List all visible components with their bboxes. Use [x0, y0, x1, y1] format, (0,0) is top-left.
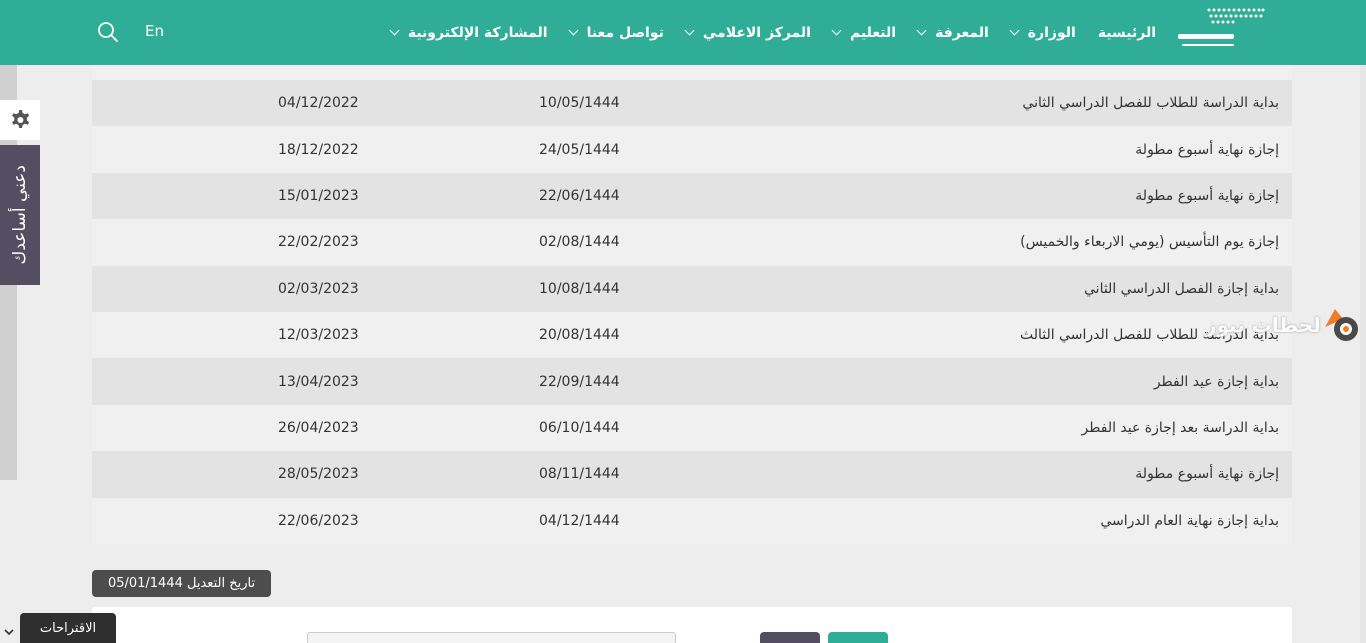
news-watermark: لحظات نيوز	[1205, 305, 1363, 347]
nav-item-label: المشاركة الإلكترونية	[407, 24, 548, 41]
page-scrollbar[interactable]	[1360, 65, 1366, 643]
table-row: بداية إجازة الفصل الدراسي الثاني 10/08/14…	[92, 265, 1292, 312]
feedback-button-primary[interactable]	[828, 632, 888, 643]
table-cell-hijri: 22/06/1444	[539, 187, 620, 204]
table-row: إجازة يوم التأسيس (يومي الاربعاء والخميس…	[92, 219, 1292, 266]
chevron-down-icon	[916, 25, 927, 36]
language-toggle[interactable]: En	[145, 22, 164, 40]
watermark-text: لحظات نيوز	[1205, 313, 1321, 337]
table-row: إجازة نهاية أسبوع مطولة 24/05/1444 18/12/2…	[92, 126, 1292, 173]
nav-item-label: تواصل معنا	[586, 24, 664, 41]
nav-item-5[interactable]: تواصل معنا	[568, 24, 664, 41]
modified-date-badge: تاريخ التعديل 05/01/1444	[92, 570, 271, 597]
nav-item-label: المعرفة	[935, 24, 989, 41]
chevron-down-icon	[1009, 25, 1020, 36]
table-cell-hijri: 20/08/1444	[539, 327, 620, 344]
feedback-card	[92, 607, 1292, 643]
table-row: إجازة نهاية أسبوع مطولة 22/06/1444 15/01/2…	[92, 172, 1292, 220]
table-cell-event: بداية إجازة الفصل الدراسي الثاني	[1084, 280, 1279, 297]
academic-calendar-table: بداية الدراسة للطلاب للفصل الدراسي الثان…	[92, 34, 1292, 544]
nav-item-3[interactable]: التعليم	[831, 24, 897, 41]
table-cell-hijri: 02/08/1444	[539, 234, 620, 251]
table-cell-hijri: 22/09/1444	[539, 373, 620, 390]
suggestions-button[interactable]: الاقتراحات	[20, 613, 116, 643]
feedback-select[interactable]	[307, 632, 676, 643]
table-row: بداية الدراسة للطلاب للفصل الدراسي الثال…	[92, 311, 1292, 359]
chevron-down-icon	[831, 25, 842, 36]
table-cell-gregorian: 15/01/2023	[278, 187, 359, 204]
table-cell-gregorian: 04/12/2022	[278, 95, 359, 112]
chevron-down-icon	[568, 25, 579, 36]
table-cell-event: إجازة نهاية أسبوع مطولة	[1135, 187, 1279, 204]
table-cell-hijri: 08/11/1444	[539, 466, 620, 483]
table-cell-hijri: 04/12/1444	[539, 512, 620, 529]
table-cell-event: بداية إجازة عيد الفطر	[1153, 373, 1279, 390]
search-icon[interactable]	[97, 21, 119, 43]
table-cell-event: إجازة نهاية أسبوع مطولة	[1135, 466, 1279, 483]
nav-item-6[interactable]: المشاركة الإلكترونية	[389, 24, 548, 41]
top-navbar: الرئيسية الوزارة المعرفة التعليم المركز الاع…	[0, 0, 1366, 65]
settings-tab[interactable]	[0, 100, 40, 140]
table-cell-event: إجازة يوم التأسيس (يومي الاربعاء والخميس…	[1020, 234, 1279, 251]
table-cell-hijri: 06/10/1444	[539, 419, 620, 436]
nav-item-4[interactable]: المركز الاعلامي	[684, 24, 811, 41]
help-me-label: دعني أساعدك	[10, 165, 30, 265]
table-cell-event: إجازة نهاية أسبوع مطولة	[1135, 141, 1279, 158]
table-cell-gregorian: 22/06/2023	[278, 512, 359, 529]
nav-item-label: الوزارة	[1027, 24, 1076, 41]
chevron-down-icon	[684, 25, 695, 36]
chevron-down-icon[interactable]	[3, 626, 15, 638]
watermark-logo-icon	[1325, 309, 1358, 341]
table-cell-hijri: 24/05/1444	[539, 141, 620, 158]
nav-item-label: التعليم	[849, 24, 897, 41]
nav-item-label: الرئيسية	[1097, 24, 1156, 41]
table-row: إجازة نهاية أسبوع مطولة 08/11/1444 28/05/2…	[92, 451, 1292, 498]
table-cell-gregorian: 22/02/2023	[278, 234, 359, 251]
table-cell-gregorian: 18/12/2022	[278, 141, 359, 158]
table-cell-hijri: 10/08/1444	[539, 280, 620, 297]
table-cell-gregorian: 13/04/2023	[278, 373, 359, 390]
gear-icon	[12, 110, 30, 128]
feedback-button-secondary[interactable]	[760, 632, 820, 643]
table-cell-gregorian: 28/05/2023	[278, 466, 359, 483]
table-row: بداية الدراسة بعد إجازة عيد الفطر 06/10/1…	[92, 404, 1292, 452]
chevron-down-icon	[389, 25, 400, 36]
table-cell-event: بداية إجازة نهاية العام الدراسي	[1100, 512, 1279, 529]
table-cell-gregorian: 26/04/2023	[278, 419, 359, 436]
table-cell-gregorian: 02/03/2023	[278, 280, 359, 297]
table-row: بداية الدراسة للطلاب للفصل الدراسي الثان…	[92, 80, 1292, 127]
table-cell-event: بداية الدراسة للطلاب للفصل الدراسي الثان…	[1022, 95, 1279, 112]
main-menu: الرئيسية الوزارة المعرفة التعليم المركز الاع…	[369, 0, 1366, 65]
nav-item-1[interactable]: الوزارة	[1009, 24, 1076, 41]
table-cell-gregorian: 12/03/2023	[278, 327, 359, 344]
table-row: بداية إجازة عيد الفطر 22/09/1444 13/04/202…	[92, 358, 1292, 405]
table-cell-hijri: 10/05/1444	[539, 95, 620, 112]
nav-item-2[interactable]: المعرفة	[916, 24, 989, 41]
table-cell-event: بداية الدراسة بعد إجازة عيد الفطر	[1081, 419, 1279, 436]
nav-item-label: المركز الاعلامي	[702, 24, 811, 41]
help-me-tab[interactable]: دعني أساعدك	[0, 145, 40, 285]
table-row: بداية إجازة نهاية العام الدراسي 04/12/144…	[92, 497, 1292, 544]
nav-item-0[interactable]: الرئيسية	[1098, 25, 1156, 41]
